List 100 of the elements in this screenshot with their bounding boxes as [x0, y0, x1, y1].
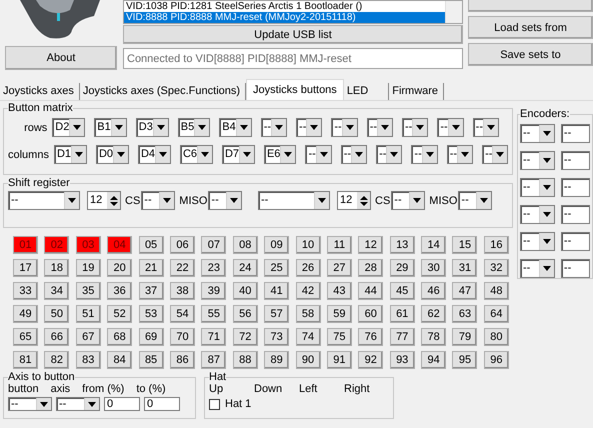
joystick-button-indicator[interactable]: 76 — [358, 328, 384, 346]
joystick-button-indicator[interactable]: 72 — [232, 328, 258, 346]
joystick-button-indicator[interactable]: 10 — [296, 236, 321, 254]
joystick-button-indicator[interactable]: 93 — [390, 351, 415, 369]
encoder-dropdown[interactable]: -- — [560, 259, 590, 278]
tab[interactable]: Joysticks axes — [0, 83, 80, 100]
joystick-button-indicator[interactable]: 51 — [76, 305, 101, 323]
joystick-button-indicator[interactable]: 89 — [264, 351, 290, 369]
joystick-button-indicator[interactable]: 06 — [170, 236, 195, 254]
joystick-button-indicator[interactable]: 55 — [201, 305, 226, 323]
encoder-dropdown[interactable]: -- — [520, 151, 555, 170]
joystick-button-indicator[interactable]: 29 — [390, 259, 415, 277]
joystick-button-indicator[interactable]: 58 — [296, 305, 321, 323]
tab[interactable]: Joysticks buttons — [246, 79, 344, 100]
joystick-button-indicator[interactable]: 46 — [421, 282, 446, 300]
joystick-button-indicator[interactable]: 08 — [232, 236, 258, 254]
update-usb-button[interactable]: Update USB list — [123, 25, 463, 44]
joystick-button-indicator[interactable]: 48 — [484, 282, 509, 300]
joystick-button-indicator[interactable]: 92 — [358, 351, 384, 369]
encoder-dropdown[interactable]: -- — [520, 232, 555, 251]
pin-dropdown[interactable]: B4 — [219, 118, 252, 137]
joystick-button-indicator[interactable]: 84 — [107, 351, 132, 369]
joystick-button-indicator[interactable]: 41 — [264, 282, 290, 300]
pin-dropdown[interactable]: -- — [446, 145, 474, 164]
joystick-button-indicator[interactable]: 45 — [390, 282, 415, 300]
joystick-button-indicator[interactable]: 37 — [138, 282, 164, 300]
pin-dropdown[interactable]: -- — [331, 118, 358, 137]
joystick-button-indicator[interactable]: 09 — [264, 236, 290, 254]
joystick-button-indicator[interactable]: 28 — [358, 259, 384, 277]
about-button[interactable]: About — [5, 46, 117, 70]
joystick-button-indicator[interactable]: 66 — [44, 328, 70, 346]
joystick-button-indicator[interactable]: 63 — [452, 305, 478, 323]
pin-dropdown[interactable]: -- — [296, 118, 322, 137]
joystick-button-indicator[interactable]: 67 — [76, 328, 101, 346]
joystick-button-indicator[interactable]: 57 — [264, 305, 290, 323]
file-button[interactable]: Save sets to — [468, 43, 593, 66]
joystick-button-indicator[interactable]: 62 — [421, 305, 446, 323]
joystick-button-indicator[interactable]: 77 — [390, 328, 415, 346]
joystick-button-indicator[interactable]: 31 — [452, 259, 478, 277]
joystick-button-indicator[interactable]: 94 — [421, 351, 446, 369]
miso-dropdown[interactable]: -- — [208, 191, 242, 210]
joystick-button-indicator[interactable]: 22 — [170, 259, 195, 277]
pin-dropdown[interactable]: -- — [305, 145, 332, 164]
usb-device-item[interactable]: VID:8888 PID:8888 MMJ-reset (MMJoy2-20151118) — [124, 12, 445, 23]
pin-dropdown[interactable]: D1 — [54, 145, 87, 164]
joystick-button-indicator[interactable]: 85 — [138, 351, 164, 369]
to-field[interactable]: 0 — [144, 397, 180, 411]
joystick-button-indicator[interactable]: 36 — [107, 282, 132, 300]
pin-dropdown[interactable]: D7 — [222, 145, 255, 164]
joystick-button-indicator[interactable]: 61 — [390, 305, 415, 323]
status-field[interactable]: Connected to VID[8888] PID[8888] MMJ-reset — [123, 48, 463, 69]
joystick-button-indicator[interactable]: 78 — [421, 328, 446, 346]
joystick-button-indicator[interactable]: 65 — [13, 328, 38, 346]
joystick-button-indicator[interactable]: 79 — [452, 328, 478, 346]
pin-dropdown[interactable]: -- — [258, 191, 330, 210]
joystick-button-indicator[interactable]: 15 — [452, 236, 478, 254]
joystick-button-indicator[interactable]: 13 — [390, 236, 415, 254]
joystick-button-indicator[interactable]: 82 — [44, 351, 70, 369]
joystick-button-indicator[interactable]: 74 — [296, 328, 321, 346]
button-dropdown[interactable]: -- — [8, 397, 52, 411]
joystick-button-indicator[interactable]: 34 — [44, 282, 70, 300]
joystick-button-indicator[interactable]: 83 — [76, 351, 101, 369]
joystick-button-indicator[interactable]: 12 — [358, 236, 384, 254]
joystick-button-indicator[interactable]: 53 — [138, 305, 164, 323]
pin-dropdown[interactable]: -- — [482, 145, 508, 164]
joystick-button-indicator[interactable]: 35 — [76, 282, 101, 300]
miso-dropdown[interactable]: -- — [458, 191, 492, 210]
joystick-button-indicator[interactable]: 43 — [326, 282, 352, 300]
scrollbar[interactable] — [445, 1, 462, 23]
joystick-button-indicator[interactable]: 33 — [13, 282, 38, 300]
pin-dropdown[interactable]: -- — [472, 118, 499, 137]
joystick-button-indicator[interactable]: 21 — [138, 259, 164, 277]
encoder-dropdown[interactable]: -- — [560, 232, 590, 251]
pin-dropdown[interactable]: C6 — [180, 145, 213, 164]
pin-dropdown[interactable]: -- — [366, 118, 394, 137]
encoder-dropdown[interactable]: -- — [520, 205, 555, 224]
joystick-button-indicator[interactable]: 18 — [44, 259, 70, 277]
encoder-dropdown[interactable]: -- — [560, 124, 590, 143]
joystick-button-indicator[interactable]: 54 — [170, 305, 195, 323]
joystick-button-indicator[interactable]: 20 — [107, 259, 132, 277]
joystick-button-indicator[interactable]: 14 — [421, 236, 446, 254]
joystick-button-indicator[interactable]: 68 — [107, 328, 132, 346]
encoder-dropdown[interactable]: -- — [520, 124, 555, 143]
joystick-button-indicator[interactable]: 26 — [296, 259, 321, 277]
pin-dropdown[interactable]: -- — [402, 118, 428, 137]
joystick-button-indicator[interactable]: 47 — [452, 282, 478, 300]
joystick-button-indicator[interactable]: 40 — [232, 282, 258, 300]
joystick-button-indicator[interactable]: 16 — [484, 236, 509, 254]
joystick-button-indicator[interactable]: 75 — [326, 328, 352, 346]
joystick-button-indicator[interactable]: 19 — [76, 259, 101, 277]
joystick-button-indicator[interactable]: 39 — [201, 282, 226, 300]
pin-dropdown[interactable]: E6 — [264, 145, 296, 164]
joystick-button-indicator[interactable]: 80 — [484, 328, 509, 346]
pin-dropdown[interactable]: -- — [411, 145, 438, 164]
from-field[interactable]: 0 — [104, 397, 140, 411]
encoder-dropdown[interactable]: -- — [560, 151, 590, 170]
joystick-button-indicator[interactable]: 05 — [138, 236, 164, 254]
cs-dropdown[interactable]: -- — [141, 191, 176, 210]
joystick-button-indicator[interactable]: 59 — [326, 305, 352, 323]
pin-dropdown[interactable]: -- — [340, 145, 368, 164]
